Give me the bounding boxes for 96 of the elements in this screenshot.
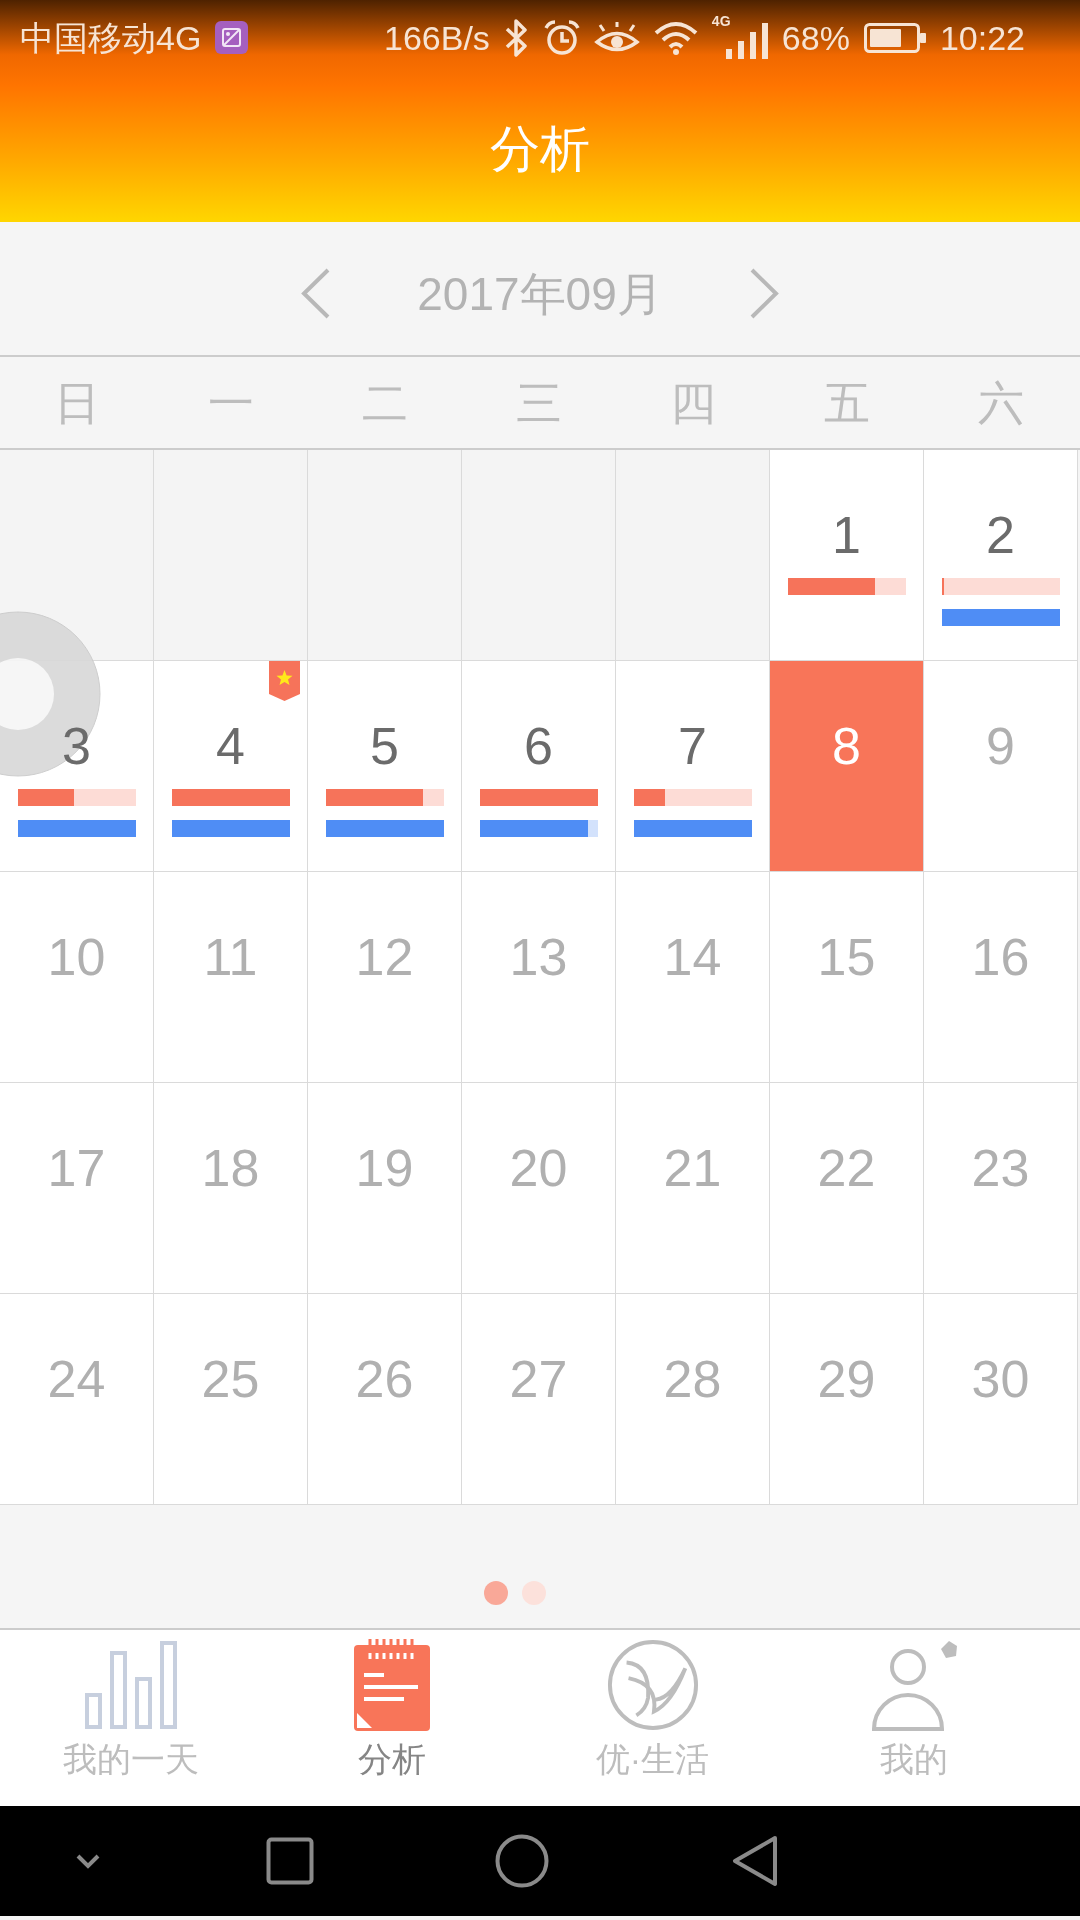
day-number: 8 xyxy=(832,716,861,776)
calendar-day-cell[interactable]: 21 xyxy=(616,1083,770,1294)
day-number: 14 xyxy=(663,927,722,987)
next-month-button[interactable] xyxy=(748,267,780,320)
day-number: 12 xyxy=(355,927,414,987)
person-icon xyxy=(869,1639,958,1731)
network-type: 4G xyxy=(711,12,731,29)
calendar-day-cell[interactable]: 2 xyxy=(924,450,1078,661)
day-number: 25 xyxy=(201,1349,260,1409)
calendar-day-cell[interactable]: 17 xyxy=(0,1083,154,1294)
page-indicator-dot[interactable] xyxy=(522,1581,546,1605)
calendar-day-cell[interactable]: 10 xyxy=(0,872,154,1083)
chevron-down-icon[interactable] xyxy=(75,1853,101,1869)
calendar-day-cell[interactable]: 28 xyxy=(616,1294,770,1505)
image-notification-icon xyxy=(215,21,249,54)
calendar-day-cell[interactable]: 13 xyxy=(462,872,616,1083)
day-number: 29 xyxy=(817,1349,876,1409)
circle-icon[interactable] xyxy=(495,1834,549,1888)
calendar-day-cell[interactable]: 7 xyxy=(616,661,770,872)
weekday-label: 五 xyxy=(824,375,870,430)
calendar-day-cell[interactable]: 9 xyxy=(924,661,1078,872)
tab[interactable]: 我的 xyxy=(783,1630,1044,1806)
calendar-day-cell[interactable]: 24 xyxy=(0,1294,154,1505)
calendar-day-cell[interactable]: 6 xyxy=(462,661,616,872)
day-number: 4 xyxy=(216,716,245,776)
calendar-day-cell[interactable]: 18 xyxy=(154,1083,308,1294)
day-number: 11 xyxy=(203,927,258,987)
day-number: 28 xyxy=(663,1349,722,1409)
calendar-day-cell[interactable]: 27 xyxy=(462,1294,616,1505)
wifi-icon xyxy=(653,20,698,55)
day-number: 27 xyxy=(509,1349,568,1409)
alarm-clock-icon xyxy=(543,19,580,56)
weekday-label: 日 xyxy=(54,375,100,430)
page-indicator-dot[interactable] xyxy=(484,1581,508,1605)
calendar-day-cell[interactable]: 4 xyxy=(154,661,308,872)
day-number: 7 xyxy=(678,716,707,776)
calendar-day-cell[interactable]: 11 xyxy=(154,872,308,1083)
day-number: 13 xyxy=(509,927,568,987)
square-icon[interactable] xyxy=(266,1837,314,1885)
day-number: 6 xyxy=(524,716,553,776)
tab[interactable]: 分析 xyxy=(261,1630,522,1806)
day-number: 18 xyxy=(201,1138,260,1198)
day-number: 1 xyxy=(832,505,861,565)
day-number: 26 xyxy=(355,1349,414,1409)
bar-chart-icon xyxy=(84,1639,177,1731)
notepad-icon xyxy=(353,1639,430,1731)
day-number: 22 xyxy=(817,1138,876,1198)
carrier-name: 中国移动4G xyxy=(20,17,202,58)
calendar-day-cell[interactable]: 20 xyxy=(462,1083,616,1294)
calendar-day-cell[interactable]: 1 xyxy=(770,450,924,661)
calendar-day-cell[interactable]: 29 xyxy=(770,1294,924,1505)
calendar-day-cell[interactable]: 19 xyxy=(308,1083,462,1294)
chevron-right-icon xyxy=(748,267,780,320)
day-number: 17 xyxy=(47,1138,106,1198)
weekday-label: 二 xyxy=(362,375,408,430)
network-speed: 166B/s xyxy=(384,17,490,58)
previous-month-button[interactable] xyxy=(300,267,332,320)
calendar-day-cell[interactable]: 8 xyxy=(770,661,924,872)
page-title: 分析 xyxy=(490,119,590,179)
day-number: 16 xyxy=(971,927,1030,987)
day-number: 30 xyxy=(971,1349,1030,1409)
triangle-icon[interactable] xyxy=(731,1835,779,1887)
day-number: 5 xyxy=(370,716,399,776)
day-number: 9 xyxy=(986,716,1015,776)
battery-percent: 68% xyxy=(781,17,850,58)
day-number: 21 xyxy=(663,1138,722,1198)
bluetooth-icon xyxy=(503,17,530,58)
calendar-day-cell[interactable]: 5 xyxy=(308,661,462,872)
calendar-day-cell[interactable]: 30 xyxy=(924,1294,1078,1505)
day-number: 23 xyxy=(971,1138,1030,1198)
calendar-day-cell[interactable]: 12 xyxy=(308,872,462,1083)
day-number: 3 xyxy=(62,716,91,776)
tab[interactable]: 优·生活 xyxy=(522,1630,783,1806)
weekday-label: 四 xyxy=(670,375,716,430)
calendar-day-cell[interactable]: 14 xyxy=(616,872,770,1083)
calendar-day-cell[interactable]: 23 xyxy=(924,1083,1078,1294)
calendar-day-cell[interactable]: 16 xyxy=(924,872,1078,1083)
day-number: 24 xyxy=(47,1349,106,1409)
calendar-day-cell[interactable]: 26 xyxy=(308,1294,462,1505)
day-number: 20 xyxy=(509,1138,568,1198)
weekday-label: 三 xyxy=(516,375,562,430)
tab[interactable]: 我的一天 xyxy=(0,1630,261,1806)
calendar-day-cell[interactable]: 22 xyxy=(770,1083,924,1294)
calendar-day-cell[interactable]: 15 xyxy=(770,872,924,1083)
day-number: 19 xyxy=(355,1138,414,1198)
leaf-circle-logo-icon xyxy=(605,1639,700,1731)
day-number: 10 xyxy=(47,927,106,987)
month-label: 2017年09月 xyxy=(417,266,663,321)
weekday-label: 一 xyxy=(208,375,254,430)
battery-icon xyxy=(863,22,926,53)
clock-time: 10:22 xyxy=(939,17,1025,58)
calendar-day-cell[interactable]: 25 xyxy=(154,1294,308,1505)
day-number: 15 xyxy=(817,927,876,987)
chevron-left-icon xyxy=(300,267,332,320)
weekday-label: 六 xyxy=(978,375,1024,430)
day-number: 2 xyxy=(986,505,1015,565)
